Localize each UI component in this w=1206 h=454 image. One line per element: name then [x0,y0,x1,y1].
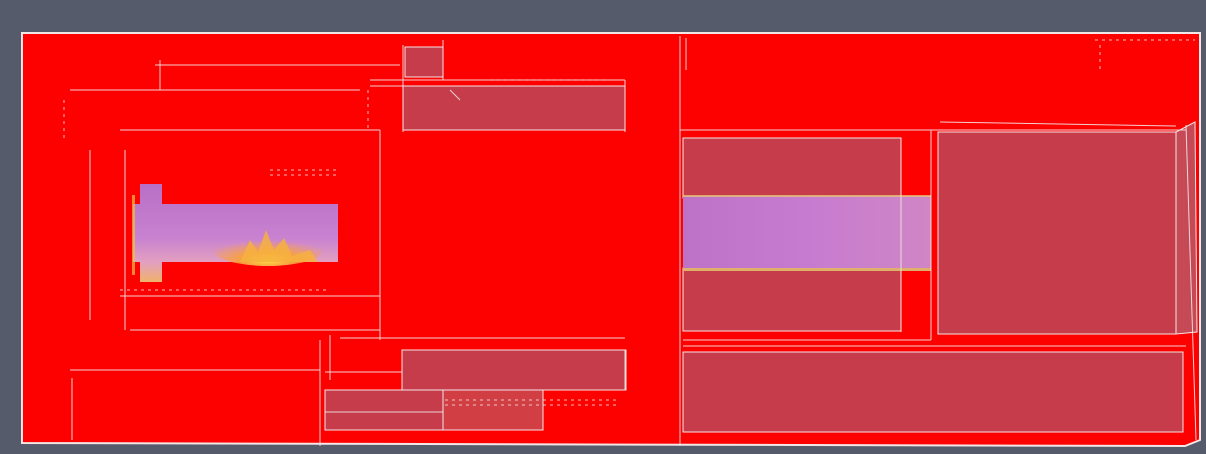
right-inner-panel-top [682,137,902,199]
right-inner-panel-bottom [682,267,902,332]
right-plume [683,196,931,270]
upper-small-panel [404,46,444,78]
lower-left-panel-2 [442,389,544,431]
right-plume-edge-top [683,195,931,197]
upper-panel [402,85,626,131]
lower-left-panel [324,389,444,431]
right-plume-edge [683,268,931,271]
3d-viewport[interactable] [0,0,1206,454]
lower-mid-panel [401,349,627,391]
lower-right-panel [682,351,1184,433]
right-block-panel [937,131,1177,335]
mesh-scene[interactable] [0,0,1206,454]
left-plume-edge [132,195,135,275]
